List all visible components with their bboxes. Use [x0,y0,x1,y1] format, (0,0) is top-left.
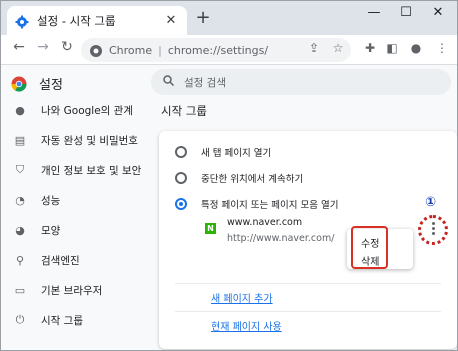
sidebar-item-label: 검색엔진 [41,254,80,267]
omnibox-chrome-label: Chrome [109,43,153,57]
search-icon [163,75,175,89]
sidebar-item-autofill[interactable]: ▤ 자동 완성 및 비밀번호 [1,125,151,155]
sidebar-item-label: 자동 완성 및 비밀번호 [41,134,138,147]
settings-gear-icon [15,14,29,28]
section-title: 시작 그룹 [161,104,207,118]
bookmark-star-icon[interactable]: ☆ [329,41,347,55]
sidebar-item-label: 성능 [41,194,61,207]
sidebar-item-search-engine[interactable]: ⚲ 검색엔진 [1,245,151,275]
forward-button[interactable]: → [33,39,53,55]
browser-icon: ▭ [14,283,26,297]
site-name: www.naver.com [227,217,303,228]
divider [175,311,441,312]
browser-window: 설정 - 시작 그룹 ✕ + — ☐ ✕ ← → ↻ Chrome | chro… [0,0,458,351]
sidebar-item-appearance[interactable]: ◕ 모양 [1,215,151,245]
settings-title: 설정 [39,78,63,93]
search-placeholder: 설정 검색 [184,76,226,89]
extensions-icon[interactable]: ✚ [361,41,379,55]
minimize-button[interactable]: — [363,5,385,20]
radio-label: 특정 페이지 또는 페이지 모음 열기 [201,200,339,211]
share-icon[interactable]: ⇪ [305,41,323,55]
sidebar-item-default-browser[interactable]: ▭ 기본 브라우저 [1,275,151,305]
sidebar-item-label: 시작 그룹 [41,314,83,327]
close-window-button[interactable]: ✕ [427,5,449,20]
reload-button[interactable]: ↻ [57,39,77,55]
maximize-button[interactable]: ☐ [395,5,417,20]
site-url: http://www.naver.com/ [227,233,335,244]
add-new-page-link[interactable]: 새 페이지 추가 [211,290,273,305]
sidebar-item-privacy[interactable]: ⛉ 개인 정보 보호 및 보안 [1,155,151,185]
settings-search-input[interactable]: 설정 검색 [151,69,451,95]
omnibox-separator: | [158,43,162,57]
profile-avatar-icon[interactable]: ● [407,41,425,55]
shield-icon: ⛉ [15,163,25,176]
settings-header: 설정 [11,74,63,93]
palette-icon: ◕ [15,223,25,237]
divider [175,283,441,284]
sidebar-item-on-startup[interactable]: ⏻ 시작 그룹 [1,305,151,335]
browser-toolbar: ← → ↻ Chrome | chrome://settings/ ⇪ ☆ ✚ … [1,35,457,65]
radio-button-selected[interactable] [175,198,187,210]
tab-strip: 설정 - 시작 그룹 ✕ + — ☐ ✕ [1,1,457,35]
power-icon: ⏻ [15,313,25,326]
tab-title: 설정 - 시작 그룹 [37,13,116,28]
sidebar-item-label: 모양 [41,224,61,237]
tab-close-icon[interactable]: ✕ [163,13,179,28]
back-button[interactable]: ← [9,39,29,55]
highlight-circle [418,215,448,245]
clipboard-icon: ▤ [14,133,26,147]
highlight-box [351,226,388,269]
callout-number: ① [425,195,437,210]
radio-option-continue[interactable]: 중단한 위치에서 계속하기 [175,171,303,185]
tab-settings[interactable]: 설정 - 시작 그룹 ✕ [7,6,187,35]
gauge-icon: ◔ [15,193,25,207]
person-icon: ● [15,103,25,117]
sidebar-item-you-and-google[interactable]: ● 나와 Google의 관계 [1,95,151,125]
omnibox-url: chrome://settings/ [167,43,269,57]
chrome-logo-icon [11,76,27,92]
sidebar-item-label: 개인 정보 보호 및 보안 [41,164,142,177]
chrome-logo-icon [89,43,103,57]
radio-label: 중단한 위치에서 계속하기 [201,174,304,185]
radio-label: 새 탭 페이지 열기 [201,148,272,159]
side-panel-icon[interactable]: ◧ [383,41,401,55]
settings-page: 설정 설정 검색 ● 나와 Google의 관계 ▤ 자동 완성 및 비밀번호 … [1,65,457,350]
search-icon: ⚲ [15,253,25,267]
sidebar-item-label: 기본 브라우저 [41,284,103,297]
sidebar-item-label: 나와 Google의 관계 [41,104,134,117]
settings-sidebar: ● 나와 Google의 관계 ▤ 자동 완성 및 비밀번호 ⛉ 개인 정보 보… [1,95,151,335]
use-current-pages-link[interactable]: 현재 페이지 사용 [211,318,282,333]
new-tab-button[interactable]: + [194,9,212,27]
radio-option-new-tab[interactable]: 새 탭 페이지 열기 [175,145,271,159]
radio-option-specific-pages[interactable]: 특정 페이지 또는 페이지 모음 열기 [175,197,338,211]
radio-button[interactable] [175,146,187,158]
browser-menu-icon[interactable]: ⋮ [433,41,451,55]
naver-favicon-icon: N [205,223,216,234]
radio-button[interactable] [175,172,187,184]
sidebar-item-performance[interactable]: ◔ 성능 [1,185,151,215]
